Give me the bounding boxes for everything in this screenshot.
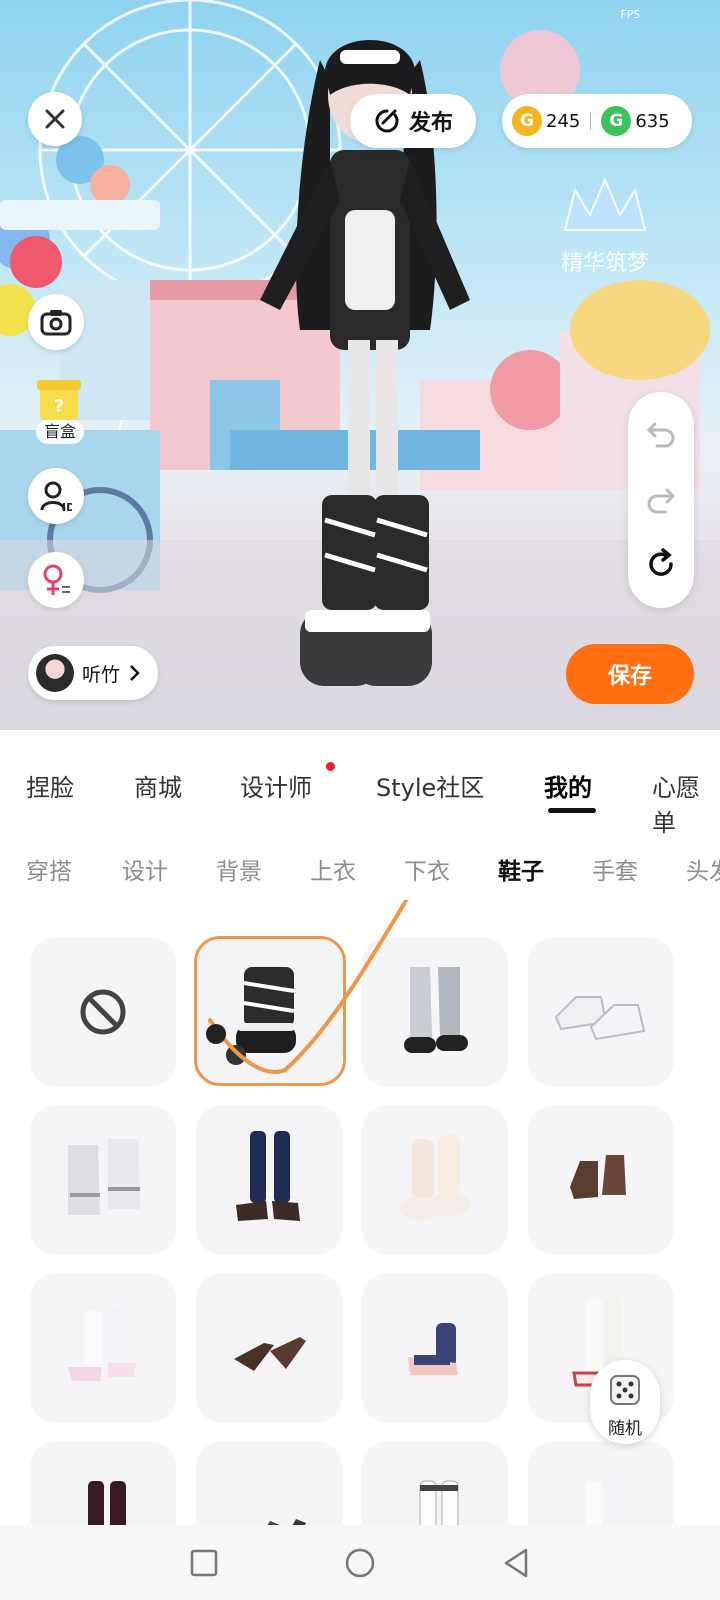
back-icon[interactable] bbox=[498, 1545, 534, 1581]
item-none[interactable] bbox=[30, 938, 176, 1086]
fps-label: FPS bbox=[620, 8, 640, 21]
category-outfit[interactable]: 穿搭 bbox=[26, 852, 72, 886]
maroon-socks-icon bbox=[88, 1481, 126, 1525]
notification-badge bbox=[326, 762, 335, 771]
scene-logo-text: 精华筑梦 bbox=[561, 251, 649, 276]
gender-switch-button[interactable] bbox=[28, 552, 84, 608]
gift-box-icon: ? bbox=[37, 380, 81, 420]
green-coin-icon: G bbox=[601, 106, 632, 136]
tab-face-edit[interactable]: 捏脸 bbox=[26, 768, 74, 803]
category-top[interactable]: 上衣 bbox=[310, 852, 356, 886]
close-button[interactable] bbox=[28, 92, 82, 146]
item-navy-socks-sandals[interactable] bbox=[362, 1274, 508, 1422]
active-tab-indicator bbox=[548, 808, 596, 813]
cream-knit-slippers-icon bbox=[400, 1135, 470, 1221]
category-gloves[interactable]: 手套 bbox=[592, 852, 638, 886]
chevron-right-icon bbox=[130, 665, 140, 681]
item-brown-pumps[interactable] bbox=[196, 1274, 342, 1422]
svg-text:ID: ID bbox=[62, 501, 72, 512]
avatar bbox=[36, 654, 74, 692]
gold-coin-icon: G bbox=[512, 106, 542, 136]
blind-box-button[interactable]: ? 盲盒 bbox=[32, 372, 86, 444]
tab-style-community[interactable]: Style社区 bbox=[376, 768, 484, 803]
item-cream-knit-slippers[interactable] bbox=[362, 1106, 508, 1254]
blind-box-label: 盲盒 bbox=[36, 420, 84, 444]
navy-socks-sandals-icon bbox=[408, 1323, 458, 1375]
avatar-preview-scene: 精华筑梦 FPS 发布 G 245 G 635 ? 盲盒 ID 听竹 保存 bbox=[0, 0, 720, 730]
svg-text:?: ? bbox=[54, 396, 64, 417]
black-striped-boots-icon bbox=[226, 967, 296, 1065]
app-root: 精华筑梦 FPS 发布 G 245 G 635 ? 盲盒 ID 听竹 保存 捏脸… bbox=[0, 0, 720, 1600]
random-label: 随机 bbox=[608, 1419, 642, 1439]
user-id-icon: ID bbox=[40, 481, 72, 512]
tab-designer[interactable]: 设计师 bbox=[240, 768, 312, 803]
brown-pumps-icon bbox=[234, 1337, 306, 1371]
item-brown-boots[interactable] bbox=[528, 1106, 674, 1254]
item-white-socks-pink-shoes[interactable] bbox=[30, 1274, 176, 1422]
camera-button[interactable] bbox=[28, 294, 84, 350]
item-white-sneakers[interactable] bbox=[528, 938, 674, 1086]
reset-icon[interactable] bbox=[645, 548, 677, 580]
publish-button[interactable]: 发布 bbox=[350, 94, 476, 148]
category-design[interactable]: 设计 bbox=[122, 852, 168, 886]
tab-shop[interactable]: 商城 bbox=[134, 768, 182, 803]
item-navy-socks-loafers[interactable] bbox=[196, 1106, 342, 1254]
white-striped-socks-icon bbox=[419, 1480, 459, 1525]
green-coin-count: 635 bbox=[635, 110, 670, 132]
female-switch-icon bbox=[43, 564, 70, 595]
item-maroon-socks[interactable] bbox=[30, 1442, 176, 1525]
navy-socks-loafers-icon bbox=[236, 1131, 300, 1221]
item-white-striped-socks[interactable] bbox=[362, 1442, 508, 1525]
dice-icon bbox=[610, 1375, 640, 1405]
random-button[interactable]: 随机 bbox=[590, 1360, 660, 1444]
none-icon bbox=[80, 989, 126, 1035]
item-white-leg-warmers[interactable] bbox=[30, 1106, 176, 1254]
camera-icon bbox=[40, 310, 72, 336]
recent-apps-icon[interactable] bbox=[186, 1545, 222, 1581]
white-sneakers-icon bbox=[554, 996, 646, 1041]
category-bottom[interactable]: 下衣 bbox=[404, 852, 450, 886]
item-black-heels[interactable] bbox=[196, 1442, 342, 1525]
category-shoes[interactable]: 鞋子 bbox=[498, 852, 544, 886]
category-hair[interactable]: 头发 bbox=[686, 852, 720, 886]
publish-icon bbox=[375, 109, 399, 133]
tab-mine[interactable]: 我的 bbox=[544, 768, 592, 803]
item-white-tall-socks[interactable] bbox=[528, 1442, 674, 1525]
currency-divider bbox=[590, 112, 592, 130]
black-heels-icon bbox=[267, 1519, 306, 1525]
currency-display[interactable]: G 245 G 635 bbox=[502, 94, 692, 148]
gold-coin-count: 245 bbox=[546, 110, 581, 132]
user-name: 听竹 bbox=[82, 663, 121, 686]
profile-id-button[interactable]: ID bbox=[28, 468, 84, 524]
white-socks-pink-shoes-icon bbox=[68, 1307, 136, 1381]
home-icon[interactable] bbox=[342, 1545, 378, 1581]
brown-boots-icon bbox=[570, 1155, 626, 1199]
item-grey-fur-boots[interactable] bbox=[362, 938, 508, 1086]
undo-icon[interactable] bbox=[645, 416, 677, 448]
system-nav-bar bbox=[0, 1525, 720, 1600]
close-icon bbox=[45, 109, 65, 129]
redo-icon[interactable] bbox=[645, 482, 677, 514]
save-button[interactable]: 保存 bbox=[566, 644, 694, 704]
publish-label: 发布 bbox=[408, 111, 453, 136]
white-leg-warmers-icon bbox=[68, 1139, 140, 1215]
grey-fur-boots-icon bbox=[404, 967, 468, 1053]
white-tall-socks-icon bbox=[586, 1481, 624, 1525]
item-black-striped-boots[interactable] bbox=[196, 938, 342, 1086]
user-chip[interactable]: 听竹 bbox=[28, 646, 158, 700]
tab-wishlist[interactable]: 心愿单 bbox=[652, 768, 720, 838]
edit-history-panel bbox=[628, 392, 694, 608]
category-background[interactable]: 背景 bbox=[216, 852, 262, 886]
